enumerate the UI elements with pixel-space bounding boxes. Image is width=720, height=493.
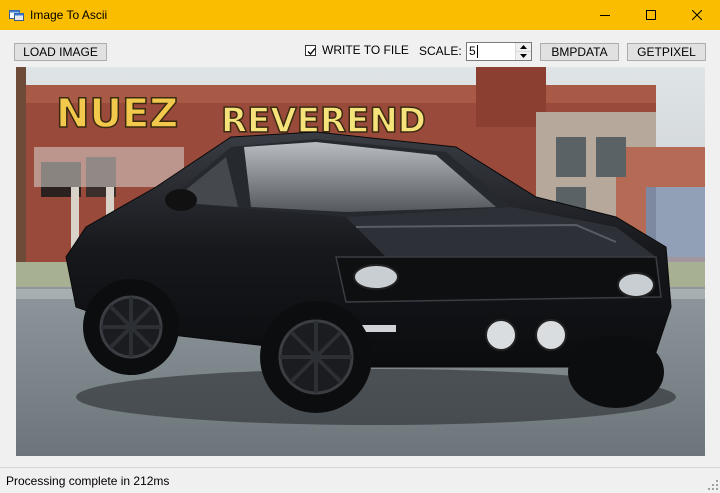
checkbox-box[interactable] [305, 44, 316, 56]
checkmark-icon [307, 47, 316, 55]
stepper-down-button[interactable] [516, 52, 531, 60]
maximize-icon [646, 10, 656, 20]
maximize-button[interactable] [628, 0, 674, 30]
close-button[interactable] [674, 0, 720, 30]
window-title: Image To Ascii [30, 8, 108, 22]
scale-value[interactable]: 5 [469, 45, 478, 58]
write-to-file-label[interactable]: WRITE TO FILE [322, 43, 409, 57]
status-bar: Processing complete in 212ms [0, 467, 720, 491]
write-to-file-checkbox[interactable]: WRITE TO FILE [305, 42, 409, 58]
close-icon [692, 10, 702, 20]
scale-label: SCALE: [419, 44, 462, 58]
stepper-up-button[interactable] [516, 43, 531, 52]
app-window-icon [9, 8, 24, 21]
graffiti-left: NUEZ [56, 91, 178, 137]
chevron-up-icon [520, 45, 527, 49]
image-preview: NUEZ REVEREND [16, 67, 705, 456]
getpixel-button[interactable]: GETPIXEL [627, 43, 706, 61]
stepper-arrows [515, 43, 531, 60]
minimize-icon [600, 15, 610, 16]
load-image-button[interactable]: LOAD IMAGE [14, 43, 107, 61]
bmpdata-button[interactable]: BMPDATA [540, 43, 619, 61]
chevron-down-icon [520, 54, 527, 58]
title-bar[interactable]: Image To Ascii [0, 0, 720, 30]
resize-grip-icon[interactable] [708, 479, 718, 490]
status-text: Processing complete in 212ms [6, 474, 170, 488]
scale-stepper[interactable]: 5 [466, 42, 532, 61]
minimize-button[interactable] [582, 0, 628, 30]
